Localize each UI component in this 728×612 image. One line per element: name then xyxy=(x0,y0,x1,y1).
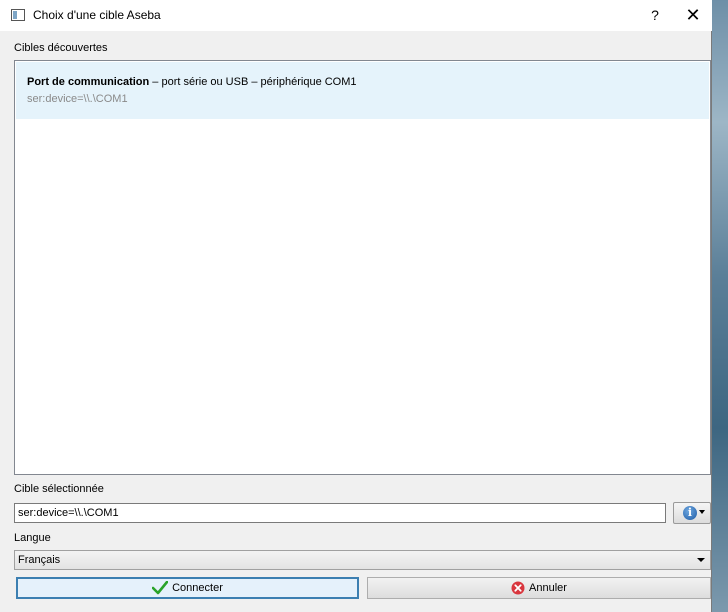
target-title: Port de communication – port série ou US… xyxy=(27,76,357,88)
list-item[interactable]: Port de communication – port série ou US… xyxy=(16,62,709,119)
target-address: ser:device=\\.\COM1 xyxy=(27,93,128,105)
targets-list[interactable]: Port de communication – port série ou US… xyxy=(14,60,711,475)
selected-target-input[interactable]: ser:device=\\.\COM1 xyxy=(14,503,666,523)
window-icon xyxy=(11,9,25,21)
help-button[interactable]: ? xyxy=(636,0,674,31)
title-bar: Choix d'une cible Aseba ? ✕ xyxy=(0,0,712,31)
cancel-button[interactable]: Annuler xyxy=(367,577,711,599)
desktop-wallpaper xyxy=(712,0,728,612)
close-button[interactable]: ✕ xyxy=(674,0,712,31)
targets-section-label: Cibles découvertes xyxy=(14,42,108,54)
cancel-label: Annuler xyxy=(529,582,567,594)
window-title: Choix d'une cible Aseba xyxy=(33,8,161,22)
language-select[interactable]: Français xyxy=(14,550,711,570)
language-label: Langue xyxy=(14,532,51,544)
language-value: Français xyxy=(18,554,61,566)
cancel-icon xyxy=(511,581,525,595)
selected-target-label: Cible sélectionnée xyxy=(14,483,104,495)
checkmark-icon xyxy=(152,581,169,595)
connect-label: Connecter xyxy=(172,582,223,594)
target-name: Port de communication xyxy=(27,76,150,88)
connect-button[interactable]: Connecter xyxy=(16,577,359,599)
target-description: – port série ou USB – périphérique COM1 xyxy=(149,76,357,88)
info-icon: i xyxy=(683,506,697,520)
chevron-down-icon xyxy=(697,558,705,562)
dropdown-arrow-icon xyxy=(699,510,705,514)
dialog-window: Choix d'une cible Aseba ? ✕ Cibles décou… xyxy=(0,0,712,612)
info-button[interactable]: i xyxy=(673,502,711,524)
